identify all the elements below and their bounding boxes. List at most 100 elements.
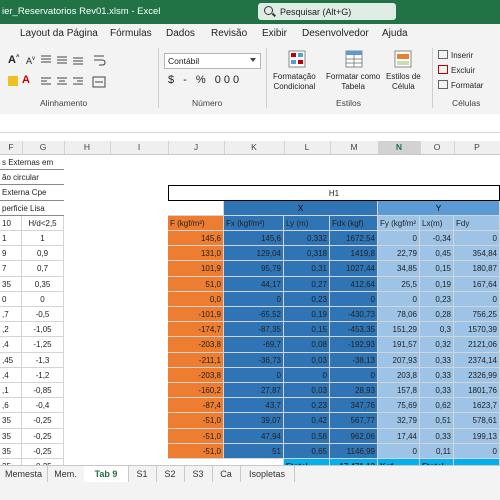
table-column-header[interactable]: Fdx (kgf): [330, 215, 378, 231]
table-cell[interactable]: 157,8: [378, 383, 420, 399]
sheet-tab-s3[interactable]: S3: [184, 466, 213, 482]
table-cell[interactable]: -203,8: [168, 337, 224, 353]
left-value-cell[interactable]: -0,85: [22, 383, 64, 399]
align-top-icon[interactable]: [40, 54, 52, 66]
table-cell[interactable]: 1570,39: [454, 322, 500, 338]
table-cell[interactable]: 412,64: [330, 276, 378, 292]
left-value-cell[interactable]: 35: [0, 443, 22, 459]
left-value-cell[interactable]: 9: [0, 246, 22, 262]
table-cell[interactable]: 22,79: [378, 246, 420, 262]
number-format-select[interactable]: Contábil: [164, 53, 261, 69]
left-value-cell[interactable]: ,6: [0, 398, 22, 414]
table-cell[interactable]: 131,0: [168, 246, 224, 262]
cell-styles-icon[interactable]: [393, 49, 413, 69]
insert-button[interactable]: Inserir: [438, 50, 473, 61]
table-cell[interactable]: 0: [454, 291, 500, 307]
col-header-f[interactable]: F: [0, 141, 23, 154]
table-cell[interactable]: 101,9: [168, 261, 224, 277]
left-header-text[interactable]: Externa Cpe: [0, 185, 64, 201]
table-cell[interactable]: 95,79: [224, 261, 284, 277]
table-cell[interactable]: 43,7: [224, 398, 284, 414]
table-cell[interactable]: -211,1: [168, 352, 224, 368]
table-cell[interactable]: 0,23: [420, 291, 454, 307]
format-as-table-icon[interactable]: [344, 49, 364, 69]
table-cell[interactable]: 1672,54: [330, 231, 378, 247]
table-cell[interactable]: -192,93: [330, 337, 378, 353]
sheet-tab-s2[interactable]: S2: [156, 466, 185, 482]
table-cell[interactable]: -174,7: [168, 322, 224, 338]
table-cell[interactable]: 0,45: [420, 246, 454, 262]
table-cell[interactable]: 578,61: [454, 413, 500, 429]
left-value-cell[interactable]: -0,25: [22, 443, 64, 459]
table-cell[interactable]: 2374,14: [454, 352, 500, 368]
table-cell[interactable]: -51,0: [168, 428, 224, 444]
left-value-cell[interactable]: 35: [0, 413, 22, 429]
col-header-g[interactable]: G: [22, 141, 65, 154]
formula-bar[interactable]: [0, 114, 500, 133]
wrap-text-icon[interactable]: [92, 53, 106, 67]
table-cell[interactable]: 1801,76: [454, 383, 500, 399]
col-header-j[interactable]: J: [168, 141, 225, 154]
cell-styles-button[interactable]: Estilos de Célula: [386, 72, 421, 92]
left-value-cell[interactable]: 0: [0, 291, 22, 307]
sheet-tab-mem[interactable]: Mem.: [47, 466, 85, 482]
fill-color-icon[interactable]: [8, 76, 18, 86]
table-cell[interactable]: 47,94: [224, 428, 284, 444]
table-column-header[interactable]: Ly (m): [284, 215, 330, 231]
table-cell[interactable]: -453,35: [330, 322, 378, 338]
table-cell[interactable]: 0,33: [420, 383, 454, 399]
table-cell[interactable]: 1027,44: [330, 261, 378, 277]
table-cell[interactable]: -101,9: [168, 307, 224, 323]
table-cell[interactable]: 0,03: [284, 352, 330, 368]
format-button[interactable]: Formatar: [438, 80, 483, 91]
table-cell[interactable]: 0: [454, 231, 500, 247]
font-size-decrease-icon[interactable]: Av: [26, 56, 35, 66]
table-cell[interactable]: 0,19: [284, 307, 330, 323]
table-cell[interactable]: 0,31: [284, 261, 330, 277]
col-header-l[interactable]: L: [284, 141, 331, 154]
table-cell[interactable]: 145,6: [224, 231, 284, 247]
table-cell[interactable]: 199,13: [454, 428, 500, 444]
left-value-cell[interactable]: ,4: [0, 337, 22, 353]
table-cell[interactable]: -38,13: [330, 352, 378, 368]
table-column-header[interactable]: Fy (kgf/m²: [378, 215, 420, 231]
table-column-header[interactable]: F (kgf/m²): [168, 215, 224, 231]
table-cell[interactable]: 0,65: [284, 443, 330, 459]
table-cell[interactable]: 0,27: [284, 276, 330, 292]
left-subheader[interactable]: H/d<2,5: [22, 215, 64, 231]
left-value-cell[interactable]: 1: [22, 231, 64, 247]
conditional-formatting-icon[interactable]: [287, 49, 307, 69]
table-cell[interactable]: -69,7: [224, 337, 284, 353]
left-value-cell[interactable]: 0,9: [22, 246, 64, 262]
table-cell[interactable]: 191,57: [378, 337, 420, 353]
table-cell[interactable]: 0: [224, 291, 284, 307]
search-box[interactable]: Pesquisar (Alt+G): [258, 3, 396, 20]
table-cell[interactable]: -87,4: [168, 398, 224, 414]
table-cell[interactable]: 0,318: [284, 246, 330, 262]
left-subheader[interactable]: 10: [0, 215, 22, 231]
left-value-cell[interactable]: 0,7: [22, 261, 64, 277]
table-cell[interactable]: -51,0: [168, 413, 224, 429]
left-value-cell[interactable]: 1: [0, 231, 22, 247]
table-cell[interactable]: 75,69: [378, 398, 420, 414]
align-left-icon[interactable]: [40, 76, 52, 88]
table-cell[interactable]: 167,64: [454, 276, 500, 292]
table-cell[interactable]: 0,42: [284, 413, 330, 429]
table-cell[interactable]: 28,93: [330, 383, 378, 399]
table-cell[interactable]: 1146,99: [330, 443, 378, 459]
table-cell[interactable]: 0,15: [284, 322, 330, 338]
left-value-cell[interactable]: -1,05: [22, 322, 64, 338]
table-cell[interactable]: -430,73: [330, 307, 378, 323]
left-value-cell[interactable]: -1,2: [22, 367, 64, 383]
table-cell[interactable]: 207,93: [378, 352, 420, 368]
left-value-cell[interactable]: -1,25: [22, 337, 64, 353]
table-cell[interactable]: 0,23: [284, 291, 330, 307]
table-cell[interactable]: -0,34: [420, 231, 454, 247]
left-value-cell[interactable]: 7: [0, 261, 22, 277]
table-cell[interactable]: 0: [454, 443, 500, 459]
number-symbols[interactable]: $ - % 000: [168, 74, 242, 86]
table-cell[interactable]: 0,19: [420, 276, 454, 292]
table-cell[interactable]: 17,44: [378, 428, 420, 444]
table-cell[interactable]: 0: [224, 367, 284, 383]
left-value-cell[interactable]: -0,25: [22, 413, 64, 429]
